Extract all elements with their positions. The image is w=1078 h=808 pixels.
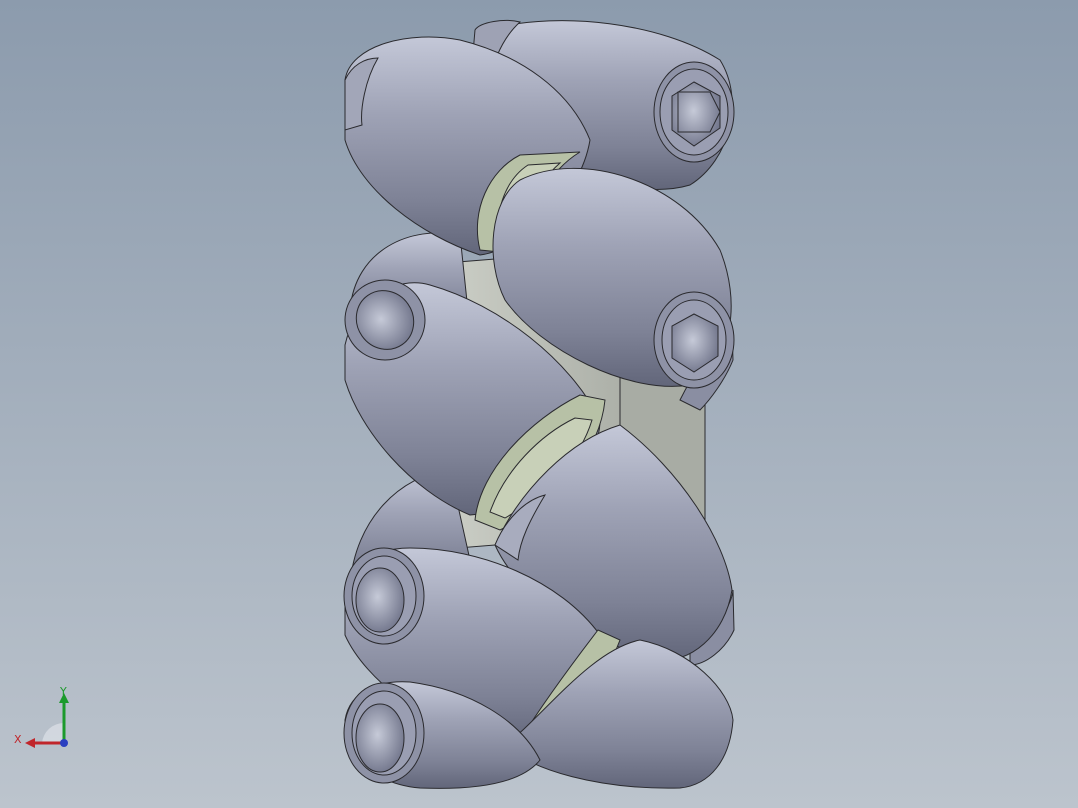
graphics-viewport[interactable]: Y X — [0, 0, 1078, 808]
y-axis-label: Y — [59, 685, 67, 698]
x-axis-label: X — [14, 733, 22, 746]
x-axis-arrowhead — [25, 738, 35, 748]
reference-triad: Y X — [14, 685, 69, 748]
mecanum-wheel-model[interactable] — [0, 0, 1078, 808]
z-axis-marker — [60, 739, 68, 747]
